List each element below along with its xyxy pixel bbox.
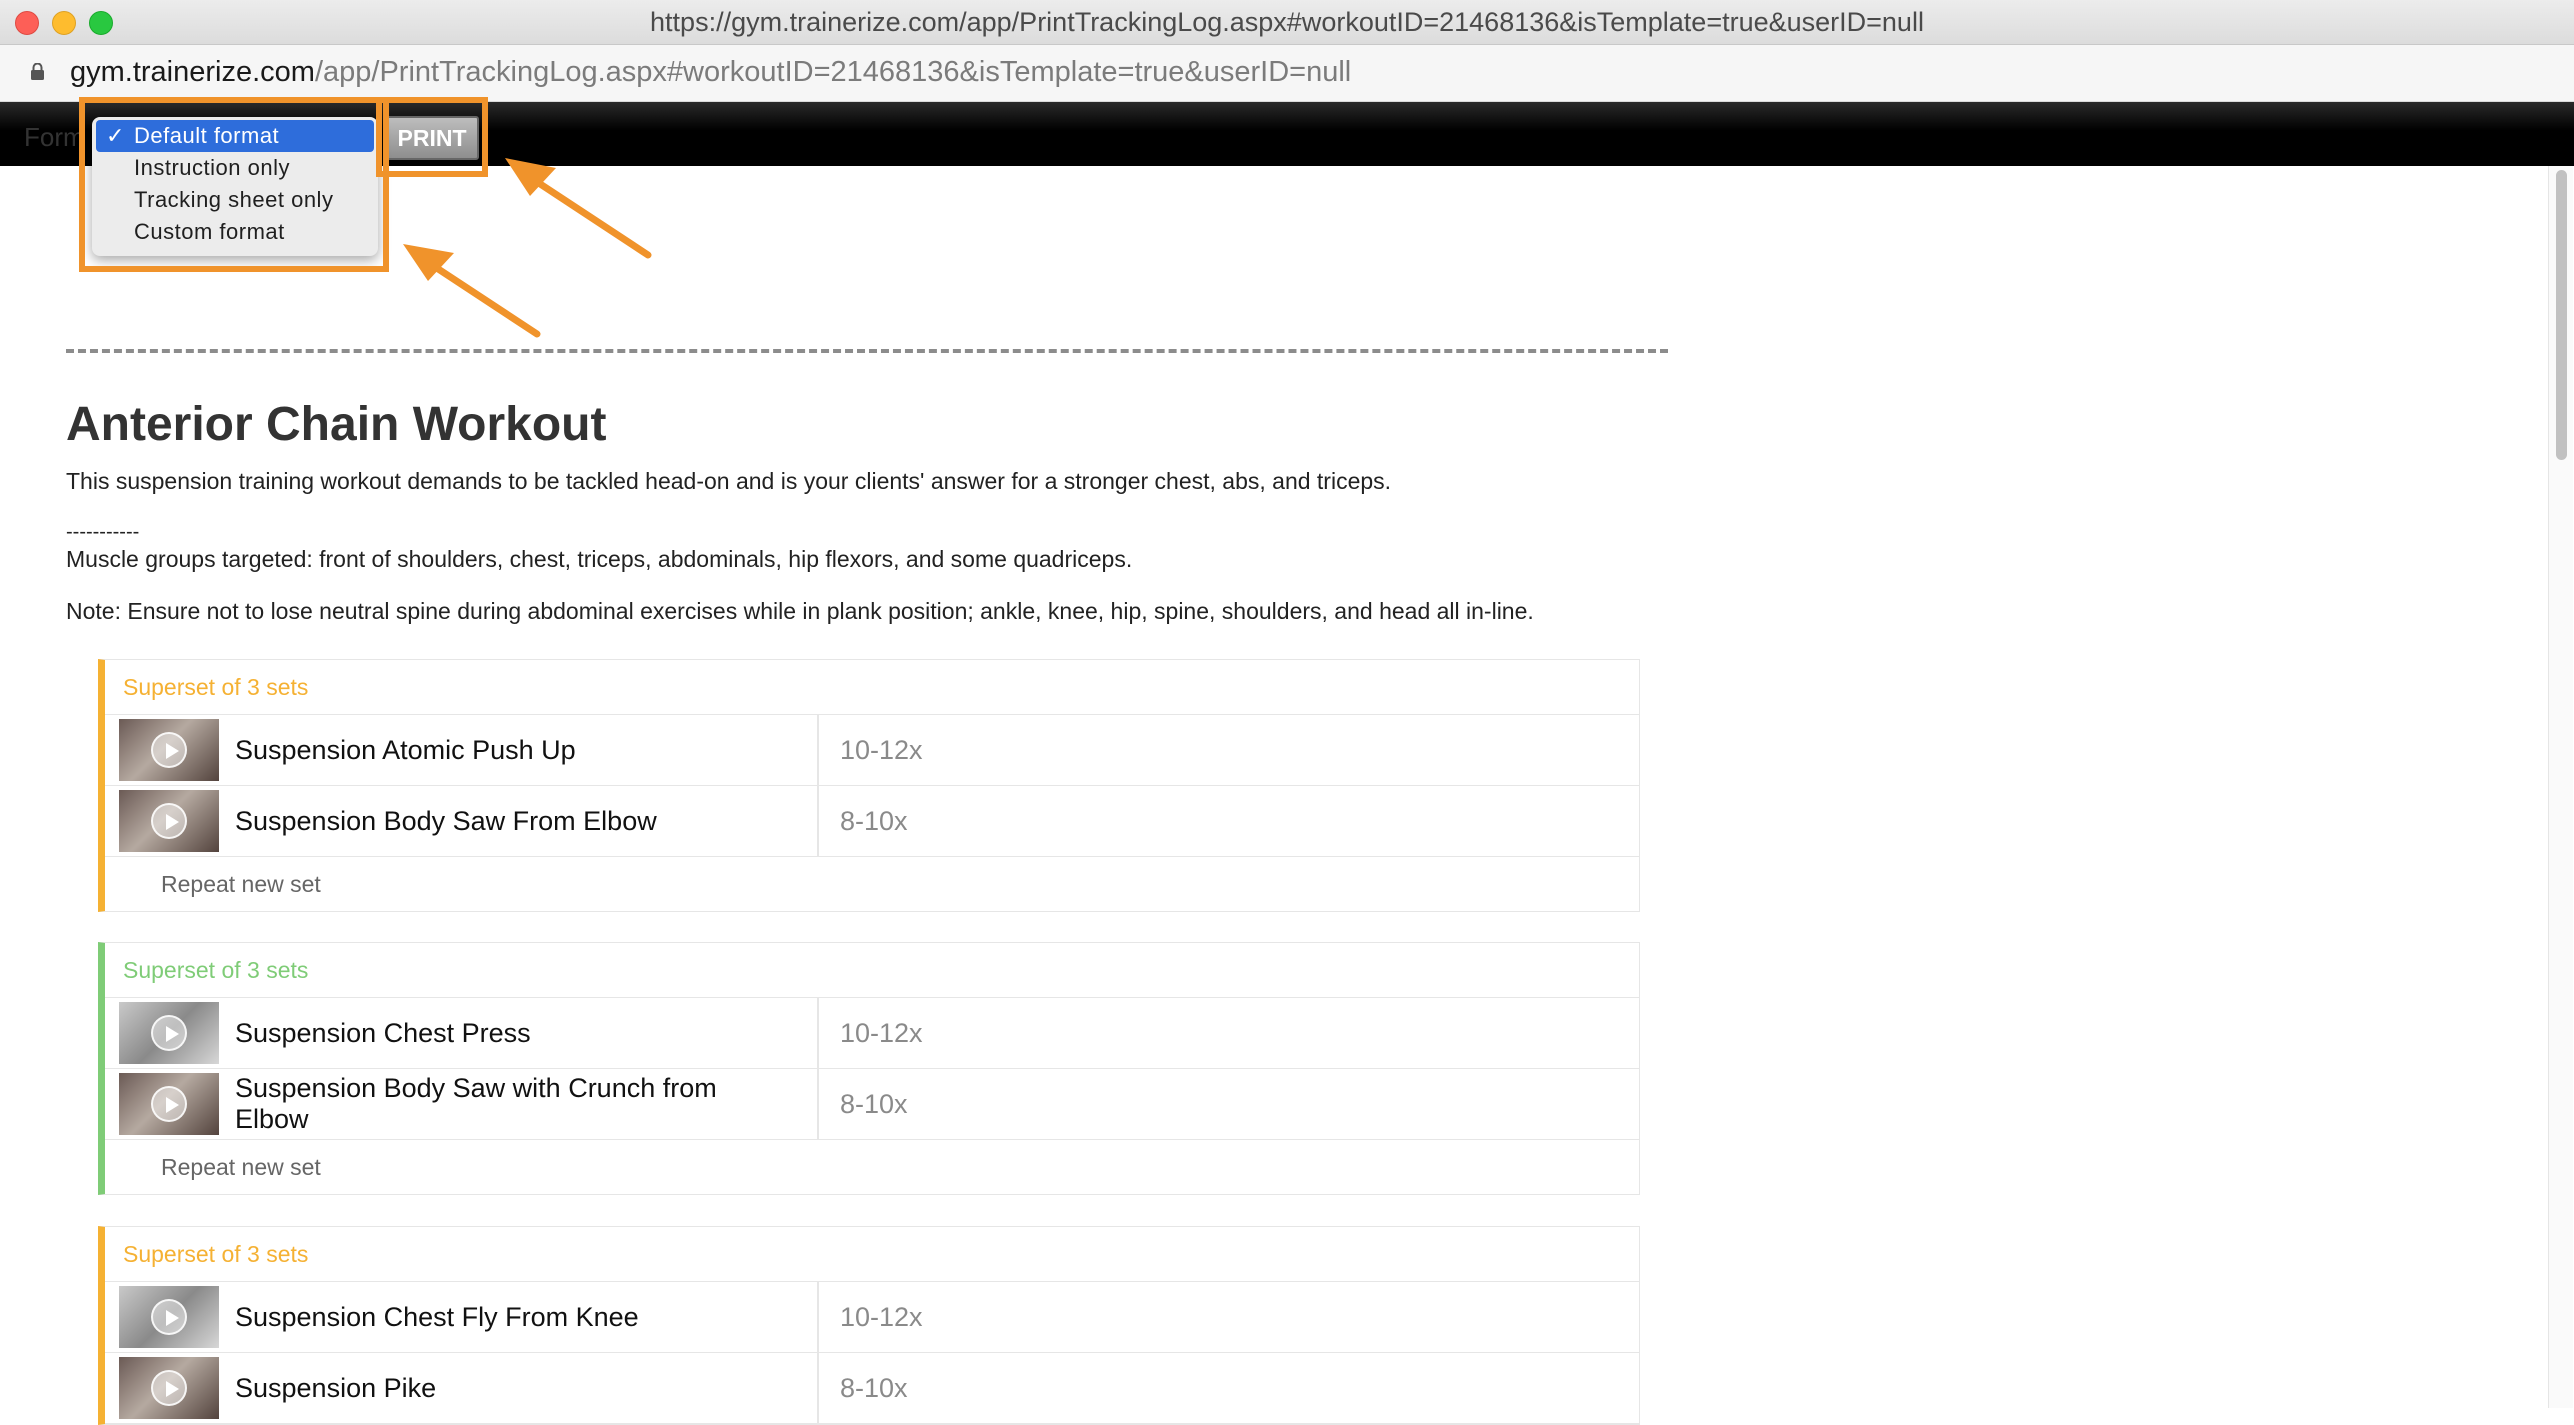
muscle-groups-text: Muscle groups targeted: front of shoulde…	[66, 546, 1133, 572]
address-bar[interactable]: gym.trainerize.com/app/PrintTrackingLog.…	[0, 45, 2574, 102]
exercise-video-thumbnail[interactable]	[119, 790, 219, 852]
exercise-reps: 8-10x	[840, 1089, 908, 1119]
format-label: Form	[24, 122, 85, 152]
exercise-name: Suspension Pike	[235, 1372, 437, 1403]
exercise-video-thumbnail[interactable]	[119, 719, 219, 781]
play-icon	[151, 803, 187, 839]
column-divider	[817, 1353, 819, 1423]
exercise-name: Suspension Body Saw From Elbow	[235, 805, 657, 836]
print-highlight-box	[376, 97, 488, 177]
window-title: https://gym.trainerize.com/app/PrintTrac…	[650, 7, 1924, 37]
superset-block: Superset of 3 sets Suspension Atomic Pus…	[98, 659, 1640, 912]
play-icon	[151, 1299, 187, 1335]
exercise-name: Suspension Body Saw with Crunch from Elb…	[235, 1073, 717, 1134]
exercise-reps: 8-10x	[840, 1373, 908, 1403]
arrow-to-dropdown-head	[403, 244, 454, 281]
exercise-row: Suspension Body Saw From Elbow 8-10x	[105, 786, 1639, 857]
repeat-new-set: Repeat new set	[161, 1154, 321, 1180]
superset-header: Superset of 3 sets	[105, 660, 1639, 715]
exercise-row: Suspension Pike 8-10x	[105, 1353, 1639, 1424]
exercise-video-thumbnail[interactable]	[119, 1073, 219, 1135]
exercise-row: Suspension Atomic Push Up 10-12x	[105, 715, 1639, 786]
superset-header: Superset of 3 sets	[105, 943, 1639, 998]
superset-block: Superset of 3 sets Suspension Chest Fly …	[98, 1226, 1640, 1425]
exercise-reps: 8-10x	[840, 806, 908, 836]
workout-note: Note: Ensure not to lose neutral spine d…	[66, 598, 1534, 624]
lock-icon	[31, 63, 44, 80]
exercise-row: Suspension Chest Press 10-12x	[105, 998, 1639, 1069]
column-divider	[817, 1282, 819, 1352]
page-scrollbar[interactable]	[2548, 166, 2573, 1408]
exercise-reps: 10-12x	[840, 735, 923, 765]
play-icon	[151, 1086, 187, 1122]
workout-title: Anterior Chain Workout	[66, 398, 607, 451]
exercise-row: Suspension Chest Fly From Knee 10-12x	[105, 1282, 1639, 1353]
workout-description: This suspension training workout demands…	[66, 468, 1392, 494]
play-icon	[151, 1015, 187, 1051]
play-icon	[151, 1370, 187, 1406]
column-divider	[817, 1069, 819, 1139]
arrow-to-print	[518, 168, 652, 259]
column-divider	[817, 786, 819, 856]
scrollbar-thumb[interactable]	[2556, 170, 2567, 460]
exercise-row: Suspension Body Saw with Crunch from Elb…	[105, 1069, 1639, 1140]
exercise-video-thumbnail[interactable]	[119, 1002, 219, 1064]
superset-block: Superset of 3 sets Suspension Chest Pres…	[98, 942, 1640, 1195]
exercise-name: Suspension Atomic Push Up	[235, 734, 576, 765]
repeat-new-set: Repeat new set	[161, 871, 321, 897]
url-text[interactable]: gym.trainerize.com/app/PrintTrackingLog.…	[70, 56, 1351, 89]
dashed-divider	[66, 349, 1668, 353]
exercise-reps: 10-12x	[840, 1302, 923, 1332]
column-divider	[817, 998, 819, 1068]
exercise-name: Suspension Chest Fly From Knee	[235, 1301, 639, 1332]
column-divider	[817, 715, 819, 785]
url-domain: gym.trainerize.com	[70, 56, 315, 88]
dropdown-highlight-box	[79, 97, 389, 272]
arrow-to-dropdown	[416, 253, 541, 338]
exercise-reps: 10-12x	[840, 1018, 923, 1048]
play-icon	[151, 732, 187, 768]
window-titlebar: https://gym.trainerize.com/app/PrintTrac…	[0, 0, 2574, 45]
text-separator: -----------	[66, 521, 140, 543]
exercise-video-thumbnail[interactable]	[119, 1357, 219, 1419]
exercise-video-thumbnail[interactable]	[119, 1286, 219, 1348]
superset-header: Superset of 3 sets	[105, 1227, 1639, 1282]
url-path: /app/PrintTrackingLog.aspx#workoutID=214…	[314, 56, 1352, 88]
exercise-name: Suspension Chest Press	[235, 1017, 531, 1048]
